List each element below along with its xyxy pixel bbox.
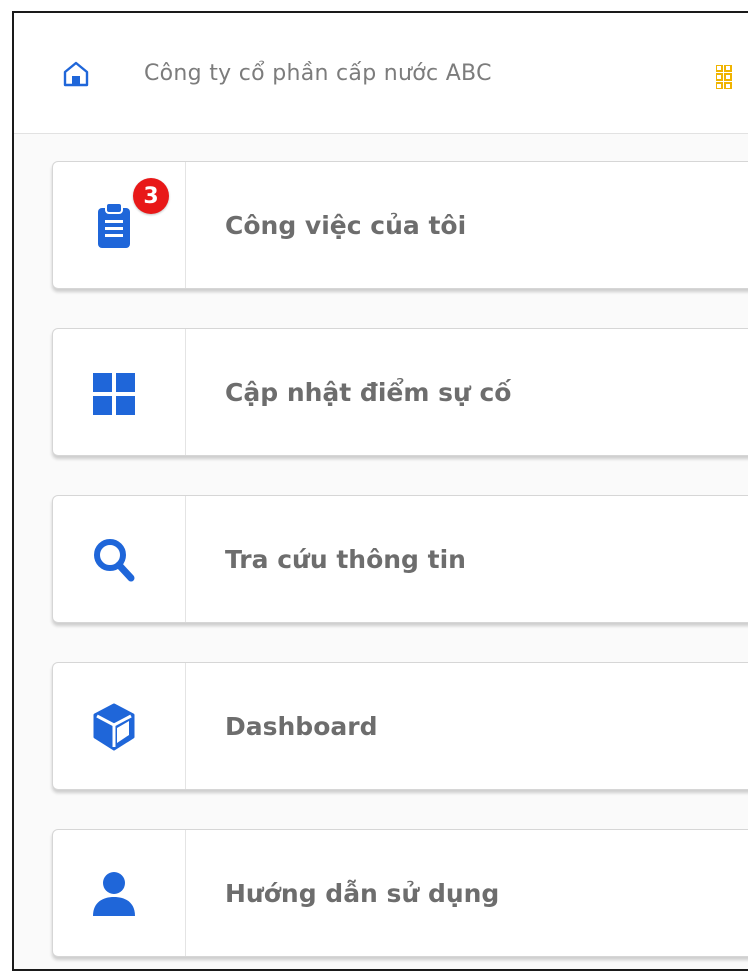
menu-item-label: Công việc của tôi <box>225 210 467 240</box>
clipboard-icon <box>98 202 130 248</box>
menu-item-icon-cell <box>53 663 186 789</box>
cube-icon <box>93 703 135 751</box>
menu-item-label: Tra cứu thông tin <box>225 544 466 574</box>
menu-item-my-tasks[interactable]: 3 Công việc của tôi <box>52 161 748 289</box>
menu-item-lookup[interactable]: Tra cứu thông tin <box>52 495 748 623</box>
grid-icon <box>93 373 135 415</box>
notification-badge: 3 <box>133 178 169 214</box>
company-name: Công ty cổ phần cấp nước ABC <box>144 61 492 86</box>
header-bar: Công ty cổ phần cấp nước ABC <box>14 13 748 134</box>
menu-item-label: Hướng dẫn sử dụng <box>225 878 500 908</box>
apps-grid-icon[interactable] <box>716 65 740 89</box>
menu-item-label: Dashboard <box>225 711 378 741</box>
search-icon <box>94 539 135 582</box>
home-icon[interactable] <box>63 61 89 87</box>
menu-item-user-guide[interactable]: Hướng dẫn sử dụng <box>52 829 748 957</box>
menu-item-update-incident[interactable]: Cập nhật điểm sự cố <box>52 328 748 456</box>
menu-item-icon-cell <box>53 329 186 455</box>
menu-item-icon-cell: 3 <box>53 162 186 288</box>
menu-item-dashboard[interactable]: Dashboard <box>52 662 748 790</box>
menu-item-icon-cell <box>53 496 186 622</box>
menu-item-label: Cập nhật điểm sự cố <box>225 377 512 407</box>
user-icon <box>93 872 135 916</box>
menu-item-icon-cell <box>53 830 186 956</box>
app-frame: Công ty cổ phần cấp nước ABC 3 Công việc… <box>12 11 748 971</box>
